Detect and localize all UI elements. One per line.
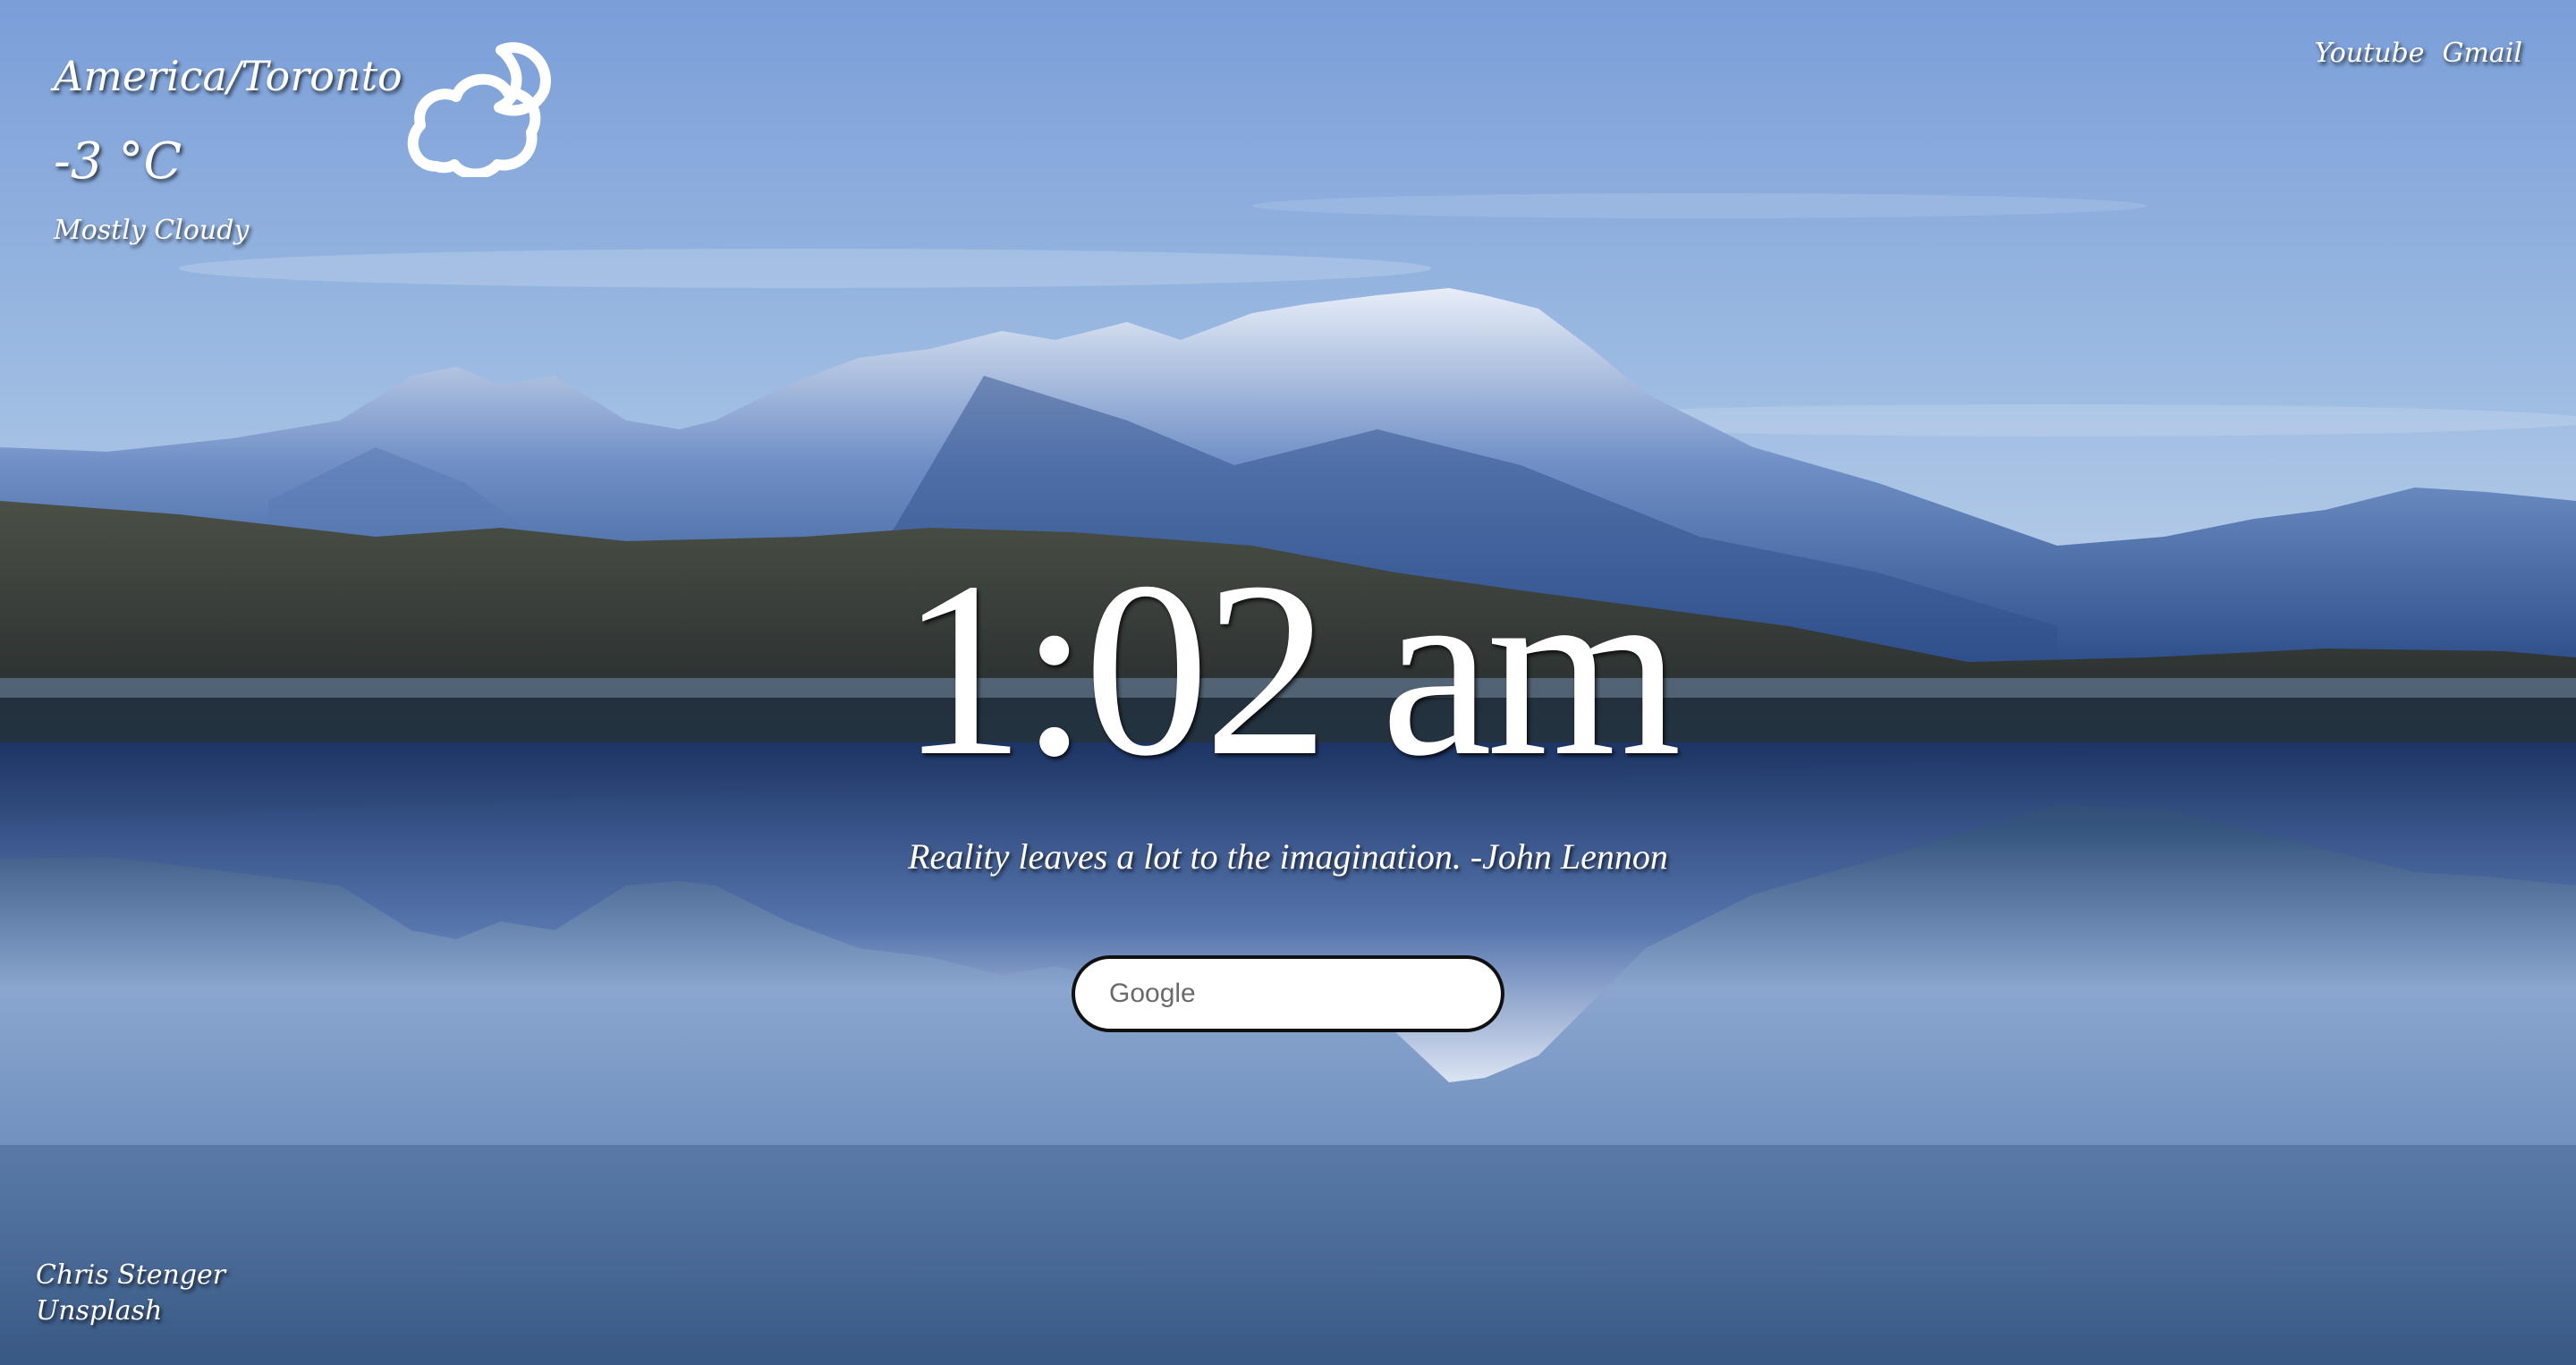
gmail-link[interactable]: Gmail bbox=[2443, 38, 2523, 69]
youtube-link[interactable]: Youtube bbox=[2315, 38, 2425, 69]
quote-text: Reality leaves a lot to the imagination.… bbox=[908, 836, 1668, 877]
quick-links: Youtube Gmail bbox=[2315, 38, 2522, 69]
weather-temperature: -3 °C bbox=[54, 132, 182, 191]
cloudy-night-icon bbox=[407, 42, 551, 177]
photo-credit: Chris Stenger Unsplash bbox=[36, 1258, 225, 1329]
weather-condition: Mostly Cloudy bbox=[54, 215, 250, 246]
clock-time: 1:02 am bbox=[900, 530, 1682, 808]
weather-location: America/Toronto bbox=[54, 52, 402, 100]
unsplash-link[interactable]: Unsplash bbox=[36, 1293, 225, 1329]
photographer-link[interactable]: Chris Stenger bbox=[36, 1258, 225, 1293]
google-search-input[interactable] bbox=[1072, 955, 1504, 1032]
